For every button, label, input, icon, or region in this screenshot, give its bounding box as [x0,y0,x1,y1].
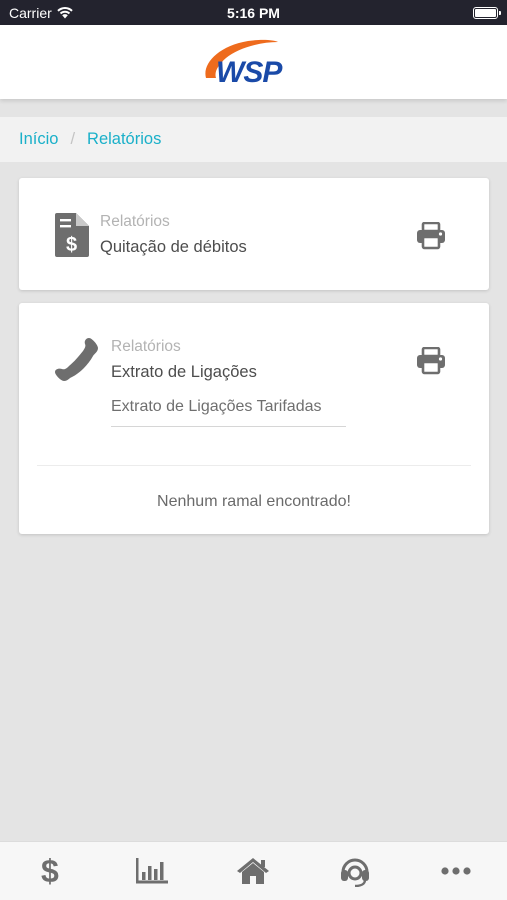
status-left: Carrier [9,5,74,21]
tab-suporte[interactable] [325,842,385,900]
report-card-quitacao[interactable]: $ Relatórios Quitação de débitos [19,178,489,290]
card-title: Extrato de Ligações [111,363,257,381]
tab-inicio[interactable] [223,842,283,900]
card-divider [37,465,471,466]
breadcrumb: Início / Relatórios [0,117,507,162]
breadcrumb-home-link[interactable]: Início [19,130,58,149]
svg-text:WSP: WSP [216,56,283,89]
app-header: WSP [0,25,507,99]
bottom-tab-bar: $ [0,841,507,900]
status-time: 5:16 PM [227,4,280,21]
tab-financeiro[interactable]: $ [21,842,81,900]
card-title: Quitação de débitos [100,238,247,256]
status-bar: Carrier 5:16 PM [0,0,507,25]
print-icon[interactable] [416,222,446,250]
more-icon [441,867,471,875]
phone-icon [55,338,98,381]
dollar-icon: $ [41,854,59,888]
battery-icon [473,6,501,19]
invoice-dollar-icon: $ [55,213,89,257]
svg-text:$: $ [41,854,59,888]
report-type-select[interactable]: Extrato de Ligações Tarifadas [111,396,346,427]
breadcrumb-separator: / [70,130,76,148]
report-card-extrato: Relatórios Extrato de Ligações Extrato d… [19,303,489,534]
tab-mais[interactable] [426,842,486,900]
svg-text:$: $ [66,234,77,256]
tab-relatorios[interactable] [122,842,182,900]
empty-state-message: Nenhum ramal encontrado! [157,493,351,510]
print-icon[interactable] [416,347,446,375]
home-icon [237,858,270,884]
bar-chart-icon [136,858,169,884]
card-category: Relatórios [111,338,181,355]
headset-icon [340,858,369,887]
breadcrumb-current[interactable]: Relatórios [87,130,161,149]
card-category: Relatórios [100,213,170,230]
wsp-logo: WSP [200,34,308,90]
carrier-label: Carrier [9,4,52,21]
wifi-icon [57,6,73,19]
